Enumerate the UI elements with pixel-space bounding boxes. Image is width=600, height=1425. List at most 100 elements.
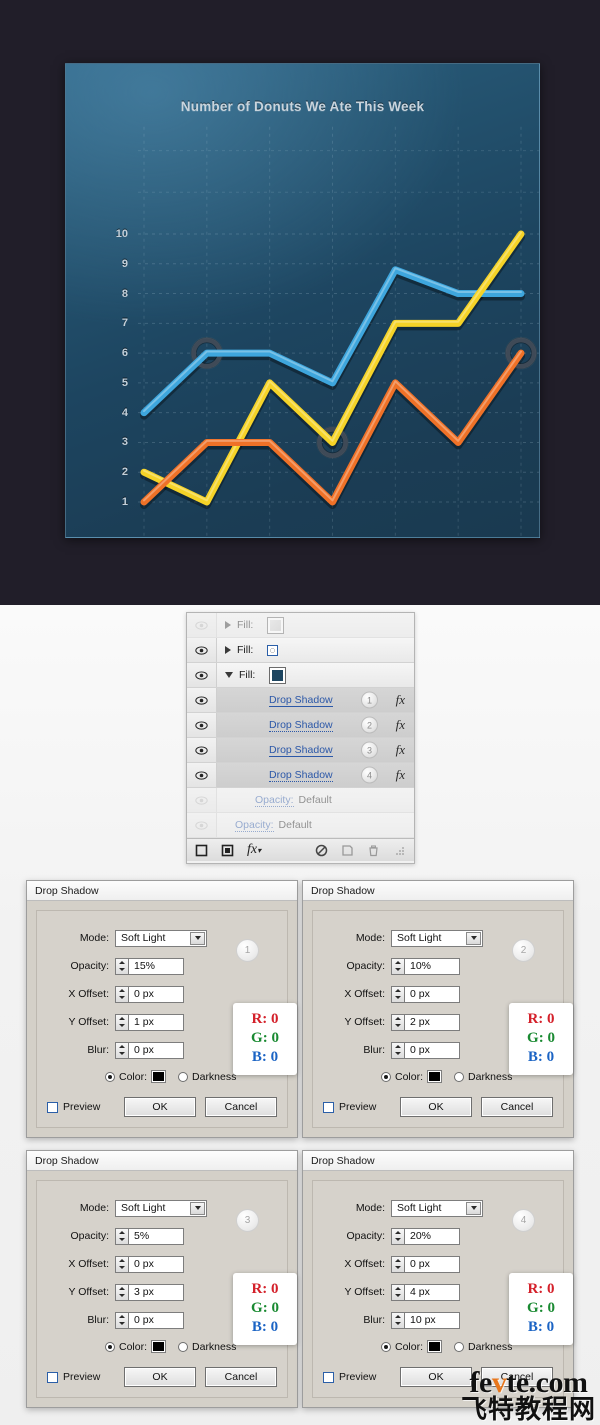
color-radio[interactable]: [105, 1071, 115, 1082]
resize-grip-icon[interactable]: [393, 844, 406, 857]
opacity-input[interactable]: 5%: [128, 1227, 184, 1245]
chevron-down-icon[interactable]: [190, 1201, 205, 1215]
layer-expand-down-icon[interactable]: [225, 672, 233, 678]
fx-icon[interactable]: fx: [396, 767, 405, 783]
layer-expand-right-icon[interactable]: [225, 646, 231, 654]
x-offset-input[interactable]: 0 px: [128, 985, 184, 1003]
layer-row[interactable]: Drop Shadow 3 fx: [187, 738, 414, 763]
preview-checkbox[interactable]: [323, 1101, 334, 1113]
layer-visibility-toggle[interactable]: [187, 788, 217, 812]
blend-mode-select[interactable]: Soft Light: [391, 1199, 483, 1217]
y-offset-input-stepper[interactable]: [115, 1283, 128, 1301]
fx-icon[interactable]: fx: [396, 717, 405, 733]
x-offset-input[interactable]: 0 px: [128, 1255, 184, 1273]
drop-shadow-dialog[interactable]: Drop Shadow 4 Mode: Soft Light Opacity: …: [302, 1150, 574, 1408]
x-offset-label-row[interactable]: X Offset: 0 px: [313, 1253, 563, 1275]
shadow-color-swatch[interactable]: [427, 1340, 443, 1353]
layers-list[interactable]: Fill: Fill: Fill: Drop Shadow 1 fx Drop Sh…: [187, 613, 414, 838]
shadow-color-swatch[interactable]: [427, 1070, 443, 1083]
layer-row[interactable]: Fill:: [187, 663, 414, 688]
blend-mode-select[interactable]: Soft Light: [115, 1199, 207, 1217]
chevron-down-icon[interactable]: [190, 931, 205, 945]
layer-row[interactable]: Drop Shadow 2 fx: [187, 713, 414, 738]
x-offset-input-stepper[interactable]: [115, 985, 128, 1003]
shadow-color-swatch[interactable]: [151, 1070, 167, 1083]
color-radio[interactable]: [105, 1341, 115, 1352]
blur-input-stepper[interactable]: [115, 1311, 128, 1329]
visibility-eye-icon[interactable]: [195, 745, 208, 755]
dialog-button-row[interactable]: Preview OK Cancel: [37, 1367, 287, 1387]
blend-mode-select[interactable]: Soft Light: [391, 929, 483, 947]
layer-visibility-toggle[interactable]: [187, 638, 217, 662]
layer-row[interactable]: Drop Shadow 1 fx: [187, 688, 414, 713]
chevron-down-icon[interactable]: [466, 1201, 481, 1215]
visibility-eye-icon[interactable]: [195, 695, 208, 705]
link-layers-icon[interactable]: [195, 844, 208, 857]
blur-input-stepper[interactable]: [115, 1041, 128, 1059]
layer-row[interactable]: Fill:: [187, 638, 414, 663]
add-layer-style-icon[interactable]: [221, 844, 234, 857]
opacity-input-stepper[interactable]: [115, 1227, 128, 1245]
layer-expand-right-icon[interactable]: [225, 621, 231, 629]
dialog-button-row[interactable]: Preview OK Cancel: [313, 1367, 563, 1387]
x-offset-label-row[interactable]: X Offset: 0 px: [37, 983, 287, 1005]
opacity-input-stepper[interactable]: [391, 957, 404, 975]
y-offset-input[interactable]: 1 px: [128, 1013, 184, 1031]
layer-effect-label[interactable]: Drop Shadow: [269, 769, 333, 782]
layer-visibility-toggle[interactable]: [187, 688, 217, 712]
ok-button[interactable]: OK: [124, 1097, 196, 1117]
delete-layer-icon[interactable]: [367, 844, 380, 857]
preview-checkbox[interactable]: [47, 1371, 58, 1383]
blur-input[interactable]: 0 px: [404, 1041, 460, 1059]
dialog-button-row[interactable]: Preview OK Cancel: [37, 1097, 287, 1117]
darkness-radio[interactable]: [454, 1341, 465, 1352]
ok-button[interactable]: OK: [400, 1097, 472, 1117]
y-offset-input[interactable]: 4 px: [404, 1283, 460, 1301]
preview-checkbox[interactable]: [47, 1101, 58, 1113]
opacity-input[interactable]: 15%: [128, 957, 184, 975]
visibility-eye-icon[interactable]: [195, 795, 208, 805]
blur-input-stepper[interactable]: [391, 1041, 404, 1059]
x-offset-label-row[interactable]: X Offset: 0 px: [37, 1253, 287, 1275]
cancel-button[interactable]: Cancel: [481, 1097, 553, 1117]
y-offset-input-stepper[interactable]: [391, 1013, 404, 1031]
layer-row[interactable]: Drop Shadow 4 fx: [187, 763, 414, 788]
blur-input-stepper[interactable]: [391, 1311, 404, 1329]
preview-checkbox[interactable]: [323, 1371, 334, 1383]
x-offset-input-stepper[interactable]: [391, 1255, 404, 1273]
layer-thumbnail[interactable]: [269, 666, 287, 684]
y-offset-input[interactable]: 2 px: [404, 1013, 460, 1031]
shadow-color-swatch[interactable]: [151, 1340, 167, 1353]
layer-visibility-toggle[interactable]: [187, 763, 217, 787]
drop-shadow-dialog[interactable]: Drop Shadow 1 Mode: Soft Light Opacity: …: [26, 880, 298, 1138]
layer-thumbnail[interactable]: [267, 616, 285, 634]
ok-button[interactable]: OK: [124, 1367, 196, 1387]
cancel-button[interactable]: Cancel: [205, 1367, 277, 1387]
y-offset-input-stepper[interactable]: [391, 1283, 404, 1301]
visibility-eye-icon[interactable]: [195, 620, 208, 630]
layer-thumbnail[interactable]: [267, 644, 279, 656]
x-offset-input-stepper[interactable]: [391, 985, 404, 1003]
layer-visibility-toggle[interactable]: [187, 663, 217, 687]
y-offset-input[interactable]: 3 px: [128, 1283, 184, 1301]
blur-input[interactable]: 0 px: [128, 1041, 184, 1059]
visibility-eye-icon[interactable]: [195, 645, 208, 655]
opacity-input-stepper[interactable]: [115, 957, 128, 975]
layer-row[interactable]: Opacity: Default: [187, 788, 414, 813]
drop-shadow-dialog[interactable]: Drop Shadow 3 Mode: Soft Light Opacity: …: [26, 1150, 298, 1408]
ok-button[interactable]: OK: [400, 1367, 472, 1387]
layer-visibility-toggle[interactable]: [187, 713, 217, 737]
color-radio[interactable]: [381, 1341, 391, 1352]
visibility-eye-icon[interactable]: [195, 670, 208, 680]
layer-visibility-toggle[interactable]: [187, 813, 217, 837]
layer-visibility-toggle[interactable]: [187, 613, 217, 637]
layer-opacity-label[interactable]: Opacity:: [235, 819, 274, 832]
blend-mode-select[interactable]: Soft Light: [115, 929, 207, 947]
x-offset-label-row[interactable]: X Offset: 0 px: [313, 983, 563, 1005]
layers-panel-toolbar[interactable]: fx▾: [187, 838, 414, 861]
opacity-input[interactable]: 10%: [404, 957, 460, 975]
fx-icon[interactable]: fx▾: [247, 842, 261, 858]
layer-opacity-label[interactable]: Opacity:: [255, 794, 294, 807]
layer-effect-label[interactable]: Drop Shadow: [269, 719, 333, 732]
blur-input[interactable]: 0 px: [128, 1311, 184, 1329]
